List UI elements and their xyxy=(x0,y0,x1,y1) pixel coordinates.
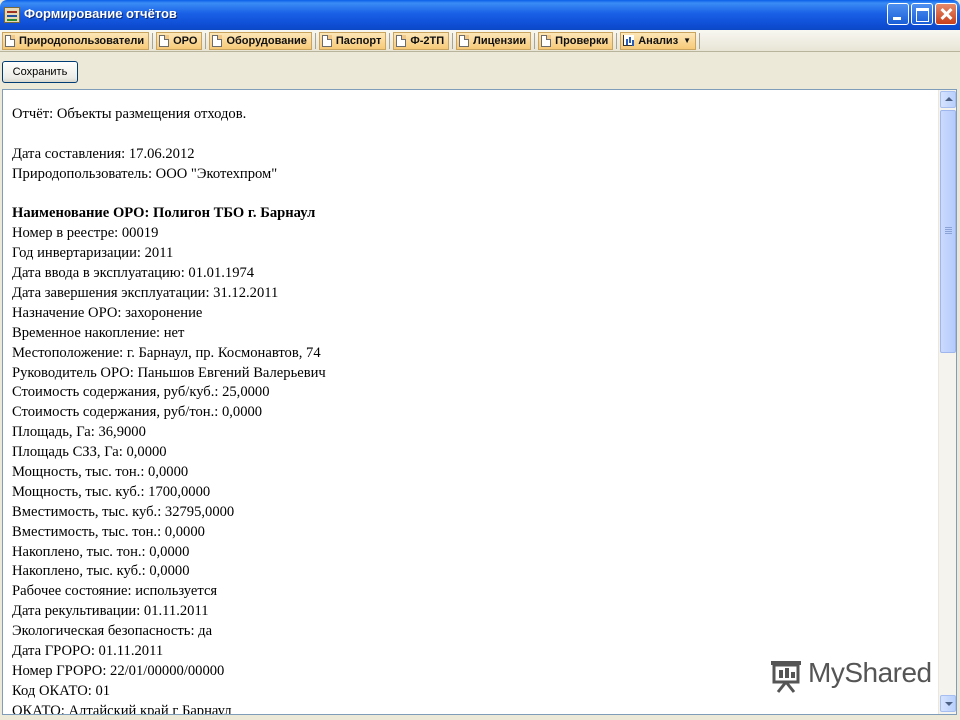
report-line: Площадь, Га: 36,9000 xyxy=(12,424,146,441)
maximize-button[interactable] xyxy=(911,3,933,25)
report-line: Вместимость, тыс. куб.: 32795,0000 xyxy=(12,503,235,520)
report-line: Местоположение: г. Барнаул, пр. Космонав… xyxy=(12,344,321,361)
report-line: Дата рекультивации: 01.11.2011 xyxy=(12,603,209,620)
app-icon xyxy=(4,7,20,23)
tab-label: ОРО xyxy=(173,34,198,47)
tab-analiz-dropdown[interactable]: Анализ ▼ xyxy=(620,31,697,50)
report-line: Наименование ОРО: Полигон ТБО г. Барнаул xyxy=(12,205,316,222)
report-line: Дата ввода в эксплуатацию: 01.01.1974 xyxy=(12,265,255,282)
report-line: Накоплено, тыс. куб.: 0,0000 xyxy=(12,563,190,580)
toolbar-separator xyxy=(152,32,154,49)
report-line: Стоимость содержания, руб/куб.: 25,0000 xyxy=(12,384,270,401)
report-line: Дата составления: 17.06.2012 xyxy=(12,145,195,162)
report-line: Временное накопление: нет xyxy=(12,324,185,341)
vertical-scrollbar[interactable] xyxy=(938,90,956,714)
report-line: Мощность, тыс. тон.: 0,0000 xyxy=(12,464,189,481)
scrollbar-thumb[interactable] xyxy=(940,110,956,353)
report-line: Год инвертаризации: 2011 xyxy=(12,245,174,262)
tab-label: Проверки xyxy=(555,34,609,47)
report-line: Дата завершения эксплуатации: 31.12.2011 xyxy=(12,285,279,302)
window-title: Формирование отчётов xyxy=(24,6,177,21)
toolbar-separator xyxy=(389,32,391,49)
tab-prirodopolzovateli[interactable]: Природопользователи xyxy=(2,31,150,50)
report-line: Экологическая безопасность: да xyxy=(12,623,213,640)
minimize-button[interactable] xyxy=(887,3,909,25)
dropdown-arrow-icon: ▼ xyxy=(683,36,692,45)
report-line: Площадь СЗЗ, Га: 0,0000 xyxy=(12,444,167,461)
tab-pasport[interactable]: Паспорт xyxy=(318,31,387,50)
report-line: Стоимость содержания, руб/тон.: 0,0000 xyxy=(12,404,263,421)
report-line: Вместимость, тыс. тон.: 0,0000 xyxy=(12,523,205,540)
title-bar[interactable]: Формирование отчётов xyxy=(0,0,960,30)
close-button[interactable] xyxy=(935,3,957,25)
tab-licenzii[interactable]: Лицензии xyxy=(456,31,532,50)
tab-label: Ф-2ТП xyxy=(410,34,445,47)
toolbar-separator xyxy=(699,32,701,49)
toolbar-separator xyxy=(534,32,536,49)
tab-label: Анализ xyxy=(638,34,679,47)
tab-proverki[interactable]: Проверки xyxy=(538,31,614,50)
toolbar-separator xyxy=(314,32,316,49)
report-line: Назначение ОРО: захоронение xyxy=(12,304,203,321)
document-icon xyxy=(159,34,170,47)
report-line: Природопользователь: ООО "Экотехпром" xyxy=(12,165,278,182)
tab-label: Паспорт xyxy=(335,34,382,47)
tab-f2tp[interactable]: Ф-2ТП xyxy=(393,31,450,50)
report-window: Формирование отчётов Природопользователи… xyxy=(0,0,960,720)
toolbar-separator xyxy=(205,32,207,49)
report-line: Рабочее состояние: используется xyxy=(12,583,218,600)
watermark-logo: MyShared xyxy=(768,657,932,695)
report-text: Отчёт: Объекты размещения отходов. Дата с… xyxy=(12,105,326,715)
report-blank-line xyxy=(12,185,326,205)
projector-icon xyxy=(771,661,801,693)
report-line: Руководитель ОРО: Паньшов Евгений Валерь… xyxy=(12,364,326,381)
report-line: Код ОКАТО: 01 xyxy=(12,682,111,699)
scroll-down-arrow-icon[interactable] xyxy=(940,695,956,712)
document-icon xyxy=(396,34,407,47)
report-blank-line xyxy=(12,125,326,145)
toolbar-separator xyxy=(616,32,618,49)
tab-oro[interactable]: ОРО xyxy=(156,31,203,50)
report-line: Номер в реестре: 00019 xyxy=(12,225,159,242)
document-icon xyxy=(459,34,470,47)
actions-bar: Сохранить xyxy=(0,53,960,88)
report-line: Номер ГРОРО: 22/01/00000/00000 xyxy=(12,662,225,679)
watermark-text: MyShared xyxy=(808,657,932,688)
report-line: ОКАТО: Алтайский край г Барнаул xyxy=(12,702,232,715)
scroll-up-arrow-icon[interactable] xyxy=(940,91,956,108)
document-icon xyxy=(5,34,15,47)
document-icon xyxy=(541,34,552,47)
document-icon xyxy=(212,34,223,47)
save-button[interactable]: Сохранить xyxy=(2,61,78,83)
report-line: Дата ГРОРО: 01.11.2011 xyxy=(12,643,164,660)
tab-label: Лицензии xyxy=(473,34,527,47)
report-line: Мощность, тыс. куб.: 1700,0000 xyxy=(12,483,211,500)
tab-label: Оборудование xyxy=(226,34,307,47)
report-tabs-toolbar: Природопользователи ОРО Оборудование Пас… xyxy=(0,30,960,52)
tab-oborudovanie[interactable]: Оборудование xyxy=(209,31,312,50)
toolbar-separator xyxy=(452,32,454,49)
chart-icon xyxy=(623,35,635,46)
report-viewer[interactable]: Отчёт: Объекты размещения отходов. Дата с… xyxy=(2,89,957,715)
report-line: Отчёт: Объекты размещения отходов. xyxy=(12,106,247,122)
document-icon xyxy=(321,34,332,47)
report-line: Накоплено, тыс. тон.: 0,0000 xyxy=(12,543,190,560)
tab-label: Природопользователи xyxy=(19,34,145,47)
